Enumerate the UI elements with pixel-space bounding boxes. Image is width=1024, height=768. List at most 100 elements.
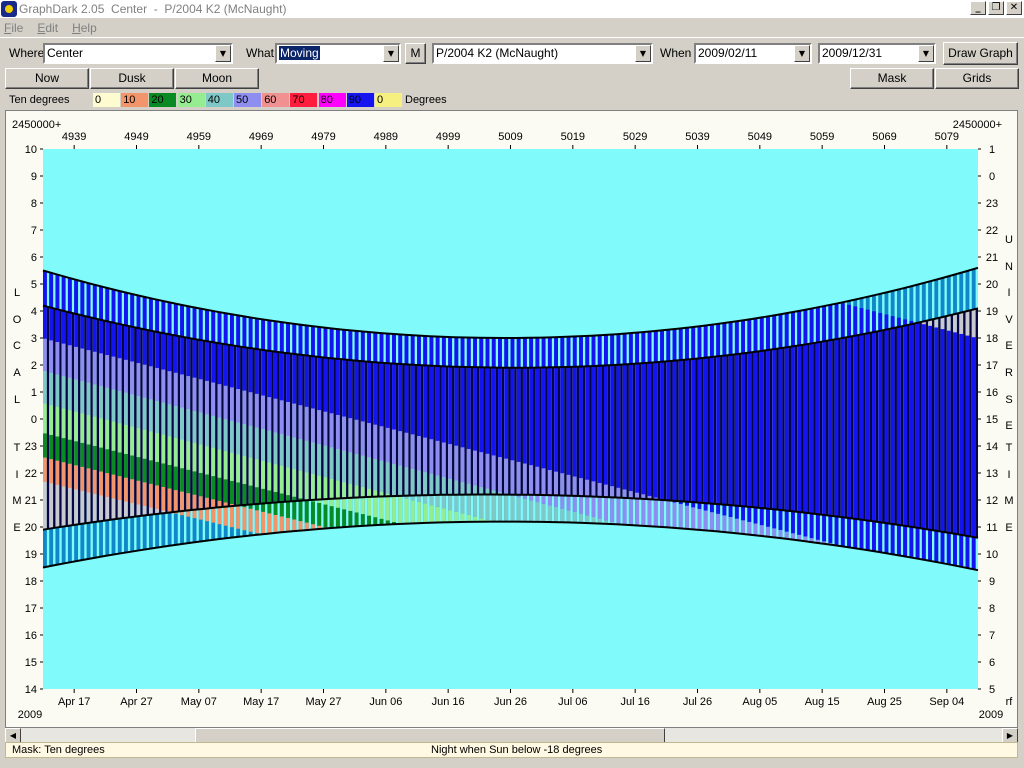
twilight-mark bbox=[55, 527, 60, 565]
altitude-band-mark bbox=[591, 335, 596, 482]
twilight-mark bbox=[130, 516, 135, 552]
altitude-band-mark bbox=[435, 475, 440, 507]
dark-sky-mark bbox=[888, 329, 891, 524]
ut-hour-tick: 15 bbox=[986, 414, 998, 426]
altitude-band-mark bbox=[186, 306, 191, 377]
altitude-band-mark bbox=[211, 311, 216, 383]
m-button[interactable]: M bbox=[405, 43, 426, 64]
altitude-band-mark bbox=[560, 336, 565, 474]
dark-sky-mark bbox=[240, 346, 243, 506]
date-tick-label: Jul 26 bbox=[683, 696, 712, 708]
local-hour-tick: 10 bbox=[25, 144, 37, 156]
jd-prefix-left: 2450000+ bbox=[12, 119, 61, 131]
status-night-definition: Night when Sun below -18 degrees bbox=[431, 744, 603, 756]
moon-button[interactable]: Moon bbox=[175, 68, 259, 89]
altitude-band-mark bbox=[716, 323, 721, 514]
altitude-band-mark bbox=[223, 419, 228, 452]
altitude-band-mark bbox=[304, 472, 309, 500]
altitude-band-mark bbox=[317, 327, 322, 411]
altitude-band-mark bbox=[155, 461, 160, 486]
altitude-band-mark bbox=[173, 406, 178, 439]
altitude-band-mark bbox=[572, 476, 577, 512]
altitude-band-mark bbox=[117, 476, 122, 500]
twilight-mark bbox=[148, 514, 153, 549]
altitude-band-mark bbox=[167, 436, 172, 465]
altitude-band-mark bbox=[205, 380, 209, 415]
darkness-chart[interactable]: 1098765432102322212019181716151410232221… bbox=[6, 111, 1017, 727]
altitude-band-mark bbox=[67, 410, 72, 440]
grids-button[interactable]: Grids bbox=[935, 68, 1019, 89]
start-date-select[interactable]: 2009/02/11 ▼ bbox=[694, 43, 812, 64]
legend-swatch-10: 0 bbox=[375, 93, 402, 107]
altitude-band-mark bbox=[211, 382, 216, 416]
draw-graph-button[interactable]: Draw Graph bbox=[943, 42, 1018, 65]
dark-sky-mark bbox=[539, 367, 542, 495]
altitude-band-mark bbox=[385, 427, 390, 463]
restore-button[interactable]: ❐ bbox=[988, 1, 1004, 15]
altitude-band-mark bbox=[360, 487, 365, 515]
altitude-band-mark bbox=[329, 447, 334, 479]
altitude-band-mark bbox=[535, 502, 540, 522]
chevron-down-icon[interactable]: ▼ bbox=[918, 45, 934, 62]
altitude-band-mark bbox=[173, 303, 178, 373]
window-title: GraphDark 2.05 Center - P/2004 K2 (McNau… bbox=[19, 2, 287, 16]
altitude-band-mark bbox=[410, 335, 415, 435]
chevron-down-icon[interactable]: ▼ bbox=[794, 45, 810, 62]
altitude-band-mark bbox=[635, 332, 640, 493]
dark-sky-mark bbox=[545, 367, 548, 496]
altitude-band-mark bbox=[161, 301, 166, 370]
now-button[interactable]: Now bbox=[5, 68, 89, 89]
app-icon bbox=[1, 1, 17, 17]
altitude-band-mark bbox=[510, 495, 515, 522]
twilight-mark bbox=[959, 272, 964, 313]
where-select[interactable]: Center ▼ bbox=[43, 43, 233, 64]
dark-sky-mark bbox=[327, 357, 330, 500]
twilight-mark bbox=[111, 519, 116, 555]
date-tick-label: Aug 25 bbox=[867, 696, 902, 708]
mask-button[interactable]: Mask bbox=[850, 68, 934, 89]
what-select[interactable]: Moving ▼ bbox=[275, 43, 401, 64]
altitude-band-mark bbox=[317, 410, 322, 445]
darkness-graph[interactable]: 10 9 8 7 6 5 4 3 2 1 0 23 22 21 20 19 18 17 16 15 14 1 0 23 22 21… bbox=[5, 110, 1018, 728]
minimize-button[interactable]: _ bbox=[970, 1, 986, 15]
altitude-band-mark bbox=[223, 385, 228, 420]
dark-sky-mark bbox=[439, 366, 442, 495]
where-value: Center bbox=[47, 46, 84, 60]
altitude-band-mark bbox=[186, 376, 191, 410]
altitude-band-mark bbox=[354, 485, 359, 513]
altitude-band-mark bbox=[205, 414, 209, 447]
close-button[interactable]: ✕ bbox=[1006, 1, 1022, 15]
altitude-band-mark bbox=[454, 511, 459, 523]
altitude-band-mark bbox=[429, 473, 434, 506]
dark-sky-mark bbox=[346, 359, 349, 499]
menu-file[interactable]: File bbox=[4, 21, 23, 35]
menu-edit[interactable]: Edit bbox=[37, 21, 58, 35]
ut-hour-tick: 17 bbox=[986, 360, 998, 372]
chevron-down-icon[interactable]: ▼ bbox=[383, 45, 399, 62]
dark-sky-mark bbox=[744, 353, 748, 507]
chevron-down-icon[interactable]: ▼ bbox=[635, 45, 651, 62]
local-hour-tick: 18 bbox=[25, 576, 37, 588]
altitude-band-mark bbox=[647, 495, 652, 527]
altitude-band-mark bbox=[323, 327, 328, 412]
altitude-band-mark bbox=[173, 372, 178, 407]
dark-sky-mark bbox=[121, 324, 125, 519]
altitude-band-mark bbox=[498, 337, 502, 458]
menu-help[interactable]: Help bbox=[72, 21, 97, 35]
altitude-band-mark bbox=[348, 452, 353, 484]
end-date-select[interactable]: 2009/12/31 ▼ bbox=[818, 43, 936, 64]
altitude-band-mark bbox=[279, 434, 284, 466]
twilight-mark bbox=[167, 512, 172, 546]
altitude-band-mark bbox=[479, 337, 484, 453]
altitude-band-mark bbox=[180, 439, 184, 469]
altitude-band-mark bbox=[423, 472, 428, 504]
dusk-button[interactable]: Dusk bbox=[90, 68, 174, 89]
object-select[interactable]: P/2004 K2 (McNaught) ▼ bbox=[432, 43, 653, 64]
altitude-band-mark bbox=[230, 387, 234, 421]
altitude-band-mark bbox=[572, 511, 577, 523]
chevron-down-icon[interactable]: ▼ bbox=[215, 45, 231, 62]
dark-sky-mark bbox=[140, 328, 143, 517]
ut-hour-tick: 19 bbox=[986, 306, 998, 318]
altitude-band-mark bbox=[579, 336, 583, 479]
dark-sky-mark bbox=[950, 315, 954, 533]
